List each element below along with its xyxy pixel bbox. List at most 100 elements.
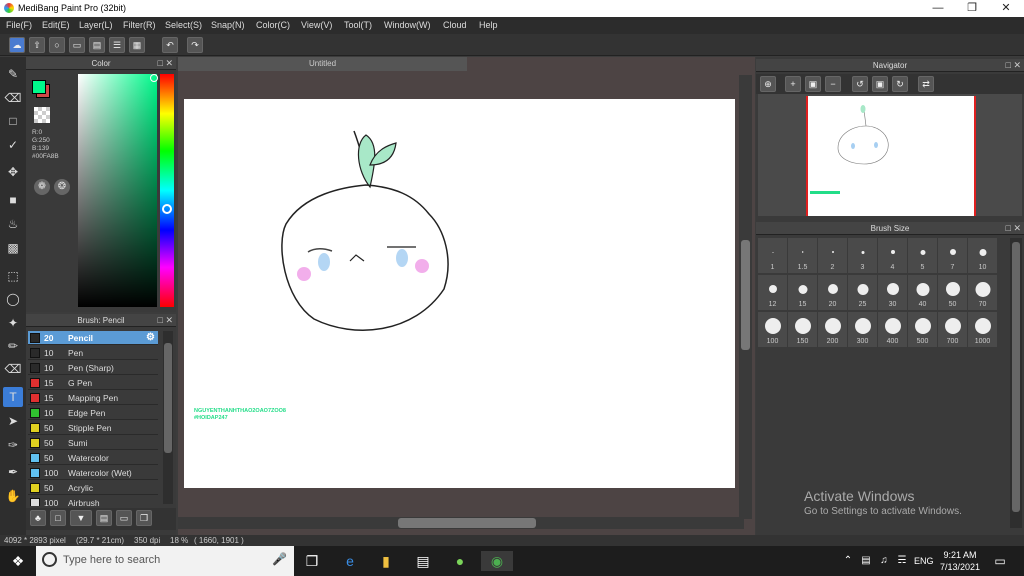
canvas-vertical-scrollbar[interactable] <box>739 75 752 519</box>
zoom-in-icon[interactable]: + <box>785 76 801 92</box>
document-tab[interactable]: Untitled <box>178 57 467 71</box>
panel-close-icon[interactable]: □ ✕ <box>158 314 173 327</box>
drawing-canvas[interactable]: NGUYENTHANHTHAO2OAO7ZOO8 #HOIDAP247 <box>184 99 735 488</box>
brush-list-item[interactable]: 20 Pencil ⚙ <box>28 331 158 345</box>
brush-list-item[interactable]: 10 Pen (Sharp) <box>28 361 158 375</box>
brush-size-cell[interactable]: 5 <box>908 238 937 273</box>
edge-icon[interactable]: e <box>340 551 360 571</box>
message-icon[interactable]: ▭ <box>69 37 85 53</box>
brush-list-item[interactable]: 50 Sumi <box>28 436 158 450</box>
brush-list-item[interactable]: 10 Pen <box>28 346 158 360</box>
palette-icon[interactable]: ❁ <box>34 179 50 195</box>
brush-size-cell[interactable]: 4 <box>878 238 907 273</box>
select-eraser-tool-icon[interactable]: ⌫ <box>3 359 23 379</box>
add-brush-icon[interactable]: ♣ <box>30 510 46 526</box>
brush-list-item[interactable]: 100 Airbrush <box>28 496 158 506</box>
dropper-tool-icon[interactable]: ✒ <box>3 462 23 482</box>
brush-size-cell[interactable]: 12 <box>758 275 787 310</box>
eyedropper-tool-icon[interactable]: ✑ <box>3 435 23 455</box>
cloud-icon[interactable]: ☁ <box>9 37 25 53</box>
brush-list-item[interactable]: 100 Watercolor (Wet) <box>28 466 158 480</box>
brush-doc-icon[interactable]: ▤ <box>96 510 112 526</box>
brush-settings-icon[interactable]: ⚙ <box>146 332 155 343</box>
tray-wifi-icon[interactable]: ☴ <box>892 551 912 571</box>
document-icon[interactable]: ▤ <box>89 37 105 53</box>
sv-cursor[interactable] <box>150 74 158 82</box>
menu-file[interactable]: File(F) <box>6 20 32 30</box>
rotate-right-icon[interactable]: ↻ <box>892 76 908 92</box>
curve-tool-icon[interactable]: ✓ <box>3 135 23 155</box>
brush-size-cell[interactable]: 50 <box>938 275 967 310</box>
brush-copy-icon[interactable]: ❐ <box>136 510 152 526</box>
select-rect-tool-icon[interactable]: ⬚ <box>3 266 23 286</box>
brush-list-item[interactable]: 10 Edge Pen <box>28 406 158 420</box>
brush-menu-icon[interactable]: ▼ <box>70 510 92 526</box>
tray-language[interactable]: ENG <box>914 556 934 566</box>
menu-snap[interactable]: Snap(N) <box>211 20 245 30</box>
brush-folder-icon[interactable]: ▭ <box>116 510 132 526</box>
share-icon[interactable]: ⇧ <box>29 37 45 53</box>
eraser-tool-icon[interactable]: ⌫ <box>3 88 23 108</box>
minimize-button[interactable]: — <box>921 0 955 17</box>
brush-size-cell[interactable]: 2 <box>818 238 847 273</box>
brush-list-item[interactable]: 50 Watercolor <box>28 451 158 465</box>
brush-size-cell[interactable]: 100 <box>758 312 787 347</box>
brush-size-cell[interactable]: 70 <box>968 275 997 310</box>
brush-tool-icon[interactable]: ✎ <box>3 64 23 84</box>
menu-help[interactable]: Help <box>479 20 498 30</box>
menu-tool[interactable]: Tool(T) <box>344 20 372 30</box>
foreground-color-swatch[interactable] <box>32 80 46 94</box>
brush-size-cell[interactable]: 500 <box>908 312 937 347</box>
brush-size-cell[interactable]: 200 <box>818 312 847 347</box>
brush-list-item[interactable]: 50 Acrylic <box>28 481 158 495</box>
hue-cursor[interactable] <box>162 204 172 214</box>
navigator-preview[interactable] <box>758 94 1022 216</box>
brush-size-scrollbar[interactable] <box>1010 238 1022 528</box>
microphone-icon[interactable]: 🎤 <box>272 552 287 566</box>
rotate-left-icon[interactable]: ↺ <box>852 76 868 92</box>
menu-window[interactable]: Window(W) <box>384 20 431 30</box>
brush-list-item[interactable]: 50 Stipple Pen <box>28 421 158 435</box>
brush-size-cell[interactable]: 300 <box>848 312 877 347</box>
brush-list-item[interactable]: 15 Mapping Pen <box>28 391 158 405</box>
operation-tool-icon[interactable]: ➤ <box>3 411 23 431</box>
tray-clock[interactable]: 9:21 AM 7/13/2021 <box>940 549 980 573</box>
panel-close-icon[interactable]: □ ✕ <box>1006 222 1021 235</box>
tray-chevron-icon[interactable]: ⌃ <box>838 551 858 571</box>
menu-edit[interactable]: Edit(E) <box>42 20 70 30</box>
tray-volume-icon[interactable]: ♫ <box>874 551 894 571</box>
brush-size-cell[interactable]: 1 <box>758 238 787 273</box>
brush-size-cell[interactable]: 7 <box>938 238 967 273</box>
brush-size-cell[interactable]: 20 <box>818 275 847 310</box>
maximize-button[interactable]: ❐ <box>955 0 989 17</box>
panel-close-icon[interactable]: □ ✕ <box>1006 59 1021 72</box>
brush-size-cell[interactable]: 15 <box>788 275 817 310</box>
tray-network-icon[interactable]: ▤ <box>856 551 876 571</box>
new-brush-icon[interactable]: □ <box>50 510 66 526</box>
brush-size-cell[interactable]: 40 <box>908 275 937 310</box>
taskbar-search[interactable]: Type here to search 🎤 <box>36 546 294 576</box>
menu-color[interactable]: Color(C) <box>256 20 290 30</box>
magic-wand-tool-icon[interactable]: ✦ <box>3 313 23 333</box>
brush-size-cell[interactable]: 1.5 <box>788 238 817 273</box>
app-icon[interactable]: ● <box>450 551 470 571</box>
task-view-icon[interactable]: ❐ <box>302 551 322 571</box>
flip-icon[interactable]: ⇄ <box>918 76 934 92</box>
list-icon[interactable]: ☰ <box>109 37 125 53</box>
undo-icon[interactable]: ↶ <box>162 37 178 53</box>
select-pen-tool-icon[interactable]: ✏ <box>3 336 23 356</box>
medibang-taskbar-icon[interactable]: ◉ <box>481 551 513 571</box>
menu-view[interactable]: View(V) <box>301 20 332 30</box>
transparent-color-swatch[interactable] <box>34 107 50 123</box>
brush-list-item[interactable]: 15 G Pen <box>28 376 158 390</box>
menu-filter[interactable]: Filter(R) <box>123 20 156 30</box>
gradient-tool-icon[interactable]: ▩ <box>3 238 23 258</box>
fit-window-icon[interactable]: ▣ <box>805 76 821 92</box>
grid-icon[interactable]: ▦ <box>129 37 145 53</box>
canvas-horizontal-scrollbar[interactable] <box>178 517 744 529</box>
notification-icon[interactable]: ▭ <box>990 551 1010 571</box>
brush-size-cell[interactable]: 25 <box>848 275 877 310</box>
lasso-tool-icon[interactable]: ◯ <box>3 289 23 309</box>
panel-close-icon[interactable]: □ ✕ <box>158 57 173 70</box>
windows-start-icon[interactable]: ❖ <box>8 551 28 571</box>
